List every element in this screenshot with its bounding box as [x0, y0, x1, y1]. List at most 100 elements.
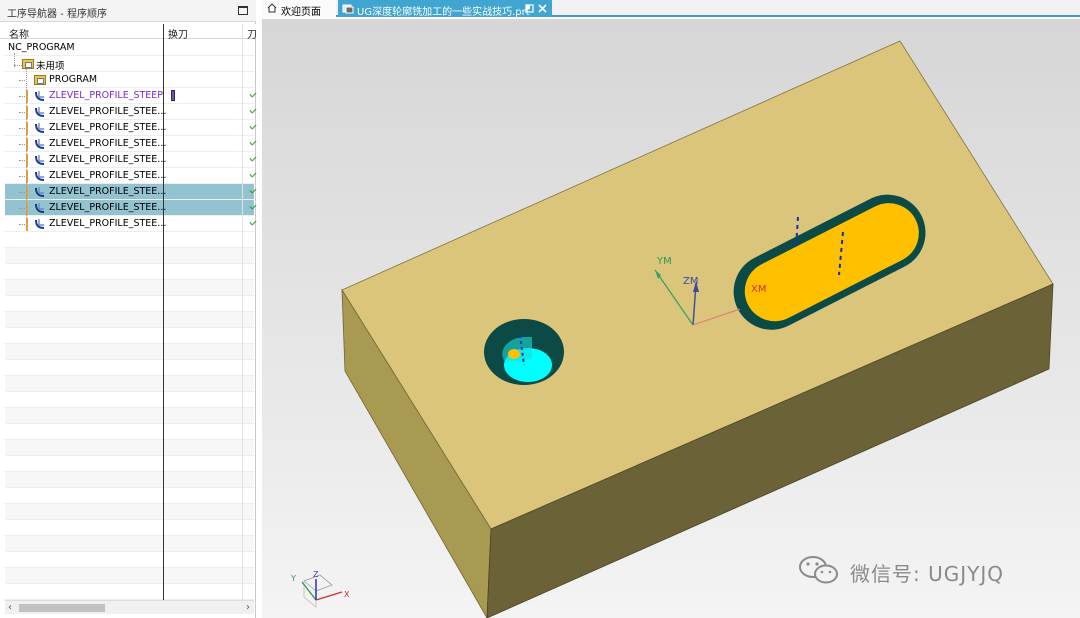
empty-row — [5, 536, 254, 552]
graphics-viewport[interactable]: YM ZM XM X Y Z 微信号: UGJYJQ — [262, 19, 1080, 618]
triad-label-y: Y — [290, 574, 296, 583]
scroll-right-icon[interactable]: › — [246, 602, 250, 613]
tree-connector — [19, 128, 25, 129]
tree-row-unused[interactable]: 未用项 — [5, 56, 254, 72]
part-icon — [342, 4, 354, 14]
empty-row — [5, 488, 254, 504]
navigator-title: 工序导航器 - 程序顺序 — [7, 9, 107, 20]
operation-row[interactable]: ZLEVEL_PROFILE_STEE... — [5, 216, 257, 232]
empty-row — [5, 392, 254, 408]
complete-check-icon — [249, 202, 257, 210]
operation-row[interactable]: ZLEVEL_PROFILE_STEE... — [5, 104, 257, 120]
complete-check-icon — [249, 138, 257, 146]
tab-welcome[interactable]: 欢迎页面 — [262, 0, 336, 18]
watermark-text: 微信号: UGJYJQ — [850, 562, 1004, 586]
column-divider-2[interactable] — [242, 24, 243, 602]
complete-check-icon — [249, 218, 257, 226]
tree-connector — [19, 192, 25, 193]
operation-navigator: 工序导航器 - 程序顺序 名称 换刀 刀 NC_PROGRAM 未用项 PROG… — [0, 0, 257, 618]
operation-row[interactable]: ZLEVEL_PROFILE_STEE... — [5, 200, 257, 216]
empty-row — [5, 424, 254, 440]
empty-row — [5, 568, 254, 584]
operation-row[interactable]: ZLEVEL_PROFILE_STEE... — [5, 152, 257, 168]
operation-row[interactable]: ZLEVEL_PROFILE_STEE... — [5, 136, 257, 152]
unused-label: 未用项 — [36, 61, 65, 72]
empty-row — [5, 296, 254, 312]
empty-row — [5, 360, 254, 376]
tree-connector — [19, 160, 25, 161]
operation-row[interactable]: ZLEVEL_PROFILE_STEE... — [5, 184, 257, 200]
close-icon[interactable] — [538, 4, 547, 13]
navigator-title-bar: 工序导航器 - 程序顺序 — [0, 0, 256, 22]
zlevel-operation-icon — [35, 139, 45, 149]
empty-row — [5, 248, 254, 264]
wechat-icon — [799, 556, 838, 584]
zlevel-operation-icon — [35, 187, 45, 197]
complete-check-icon — [249, 154, 257, 162]
operation-name: ZLEVEL_PROFILE_STEE... — [49, 218, 167, 229]
operation-row[interactable]: ZLEVEL_PROFILE_STEE... — [5, 168, 257, 184]
document-tab-bar: 欢迎页面 UG深度轮廓铣加工的一些实战技巧.prt — [262, 0, 1080, 18]
operation-tree: NC_PROGRAM 未用项 PROGRAM ZLEVEL_PROFILE_ST… — [5, 39, 257, 600]
dock-icon[interactable] — [525, 4, 534, 13]
zlevel-operation-icon — [35, 123, 45, 133]
axis-label-ym: YM — [656, 256, 672, 267]
tool-change-icon — [171, 90, 175, 101]
operation-name: ZLEVEL_PROFILE_STEE... — [49, 202, 167, 213]
zlevel-operation-icon — [35, 203, 45, 213]
operation-name: ZLEVEL_PROFILE_STEE... — [49, 106, 167, 117]
tab-part-label: UG深度轮廓铣加工的一些实战技巧.prt — [357, 7, 530, 18]
program-label: PROGRAM — [49, 74, 98, 85]
empty-row — [5, 328, 254, 344]
view-triad — [301, 574, 343, 608]
tree-connector — [19, 112, 25, 113]
tree-row-program[interactable]: PROGRAM — [5, 72, 254, 88]
triad-label-z: Z — [313, 570, 319, 579]
operation-row[interactable]: ZLEVEL_PROFILE_STEE... — [5, 120, 257, 136]
tab-part-file[interactable]: UG深度轮廓铣加工的一些实战技巧.prt — [338, 0, 552, 18]
operation-name: ZLEVEL_PROFILE_STEEP — [49, 90, 164, 101]
empty-row — [5, 584, 254, 600]
tab-welcome-label: 欢迎页面 — [281, 7, 321, 18]
unused-folder-icon — [22, 59, 34, 69]
horizontal-scrollbar[interactable]: ‹ › — [5, 600, 254, 614]
zlevel-operation-icon — [35, 107, 45, 117]
scroll-left-icon[interactable]: ‹ — [8, 602, 12, 613]
empty-row — [5, 312, 254, 328]
zlevel-operation-icon — [35, 219, 45, 229]
tree-connector — [14, 65, 22, 66]
triad-label-x: X — [344, 590, 350, 599]
tree-connector — [19, 96, 25, 97]
empty-row — [5, 408, 254, 424]
complete-check-icon — [249, 122, 257, 130]
tree-connector — [19, 208, 25, 209]
operation-name: ZLEVEL_PROFILE_STEE... — [49, 170, 167, 181]
scroll-thumb[interactable] — [19, 604, 105, 612]
zlevel-operation-icon — [35, 171, 45, 181]
empty-row — [5, 520, 254, 536]
tree-connector — [19, 176, 25, 177]
round-hole — [484, 319, 564, 385]
operation-row[interactable]: ZLEVEL_PROFILE_STEEP — [5, 88, 257, 104]
complete-check-icon — [249, 106, 257, 114]
empty-row — [5, 376, 254, 392]
tree-connector — [26, 69, 27, 224]
wechat-watermark: 微信号: UGJYJQ — [796, 554, 1046, 586]
operation-name: ZLEVEL_PROFILE_STEE... — [49, 138, 167, 149]
empty-row — [5, 440, 254, 456]
axis-label-zm: ZM — [683, 276, 698, 287]
complete-check-icon — [249, 186, 257, 194]
tree-connector — [19, 224, 25, 225]
part-model: YM ZM XM X Y Z — [290, 40, 1054, 618]
column-header: 名称 换刀 刀 — [0, 24, 257, 41]
operation-name: ZLEVEL_PROFILE_STEE... — [49, 154, 167, 165]
operation-name: ZLEVEL_PROFILE_STEE... — [49, 122, 167, 133]
empty-row — [5, 504, 254, 520]
empty-row — [5, 280, 254, 296]
program-folder-icon — [34, 75, 46, 85]
maximize-icon[interactable] — [238, 6, 248, 15]
column-divider[interactable] — [163, 24, 164, 602]
tree-connector — [19, 80, 25, 81]
tree-row-root[interactable]: NC_PROGRAM — [5, 40, 254, 56]
empty-row — [5, 472, 254, 488]
